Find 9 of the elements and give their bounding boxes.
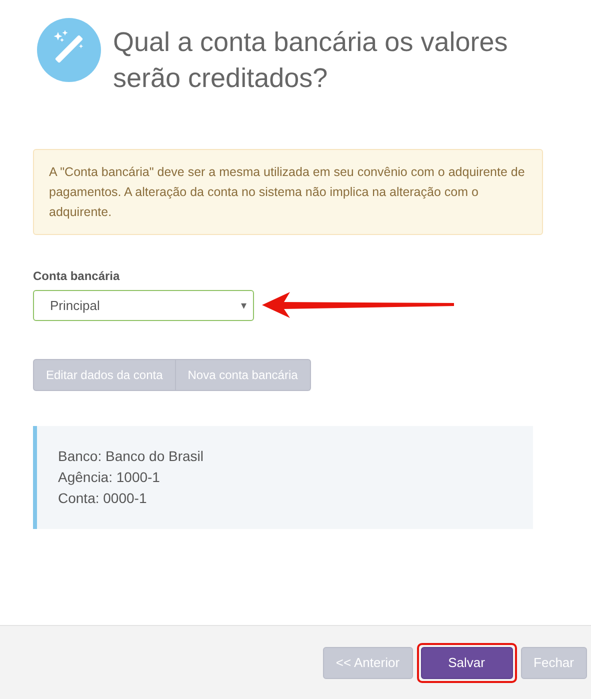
account-detail: Conta: 0000-1 <box>58 489 148 508</box>
magic-wand-icon <box>37 18 101 82</box>
account-select[interactable]: Principal ▾ <box>33 290 254 320</box>
field-label: Conta bancária <box>33 269 121 283</box>
page-title: Qual a conta bancária os valores serão creditados? <box>113 26 509 95</box>
account-detail: Agência: 1000-1 <box>58 468 161 487</box>
warning-alert: A "Conta bancária" deve ser a mesma utilizada em seu convênio com o adquirente de pagamentos. A alteração da conta no sistema não implica na alteração com o adquirente. <box>33 149 543 235</box>
footer-button[interactable]: Salvar <box>420 646 513 678</box>
account-detail: Banco: Banco do Brasil <box>58 447 205 466</box>
